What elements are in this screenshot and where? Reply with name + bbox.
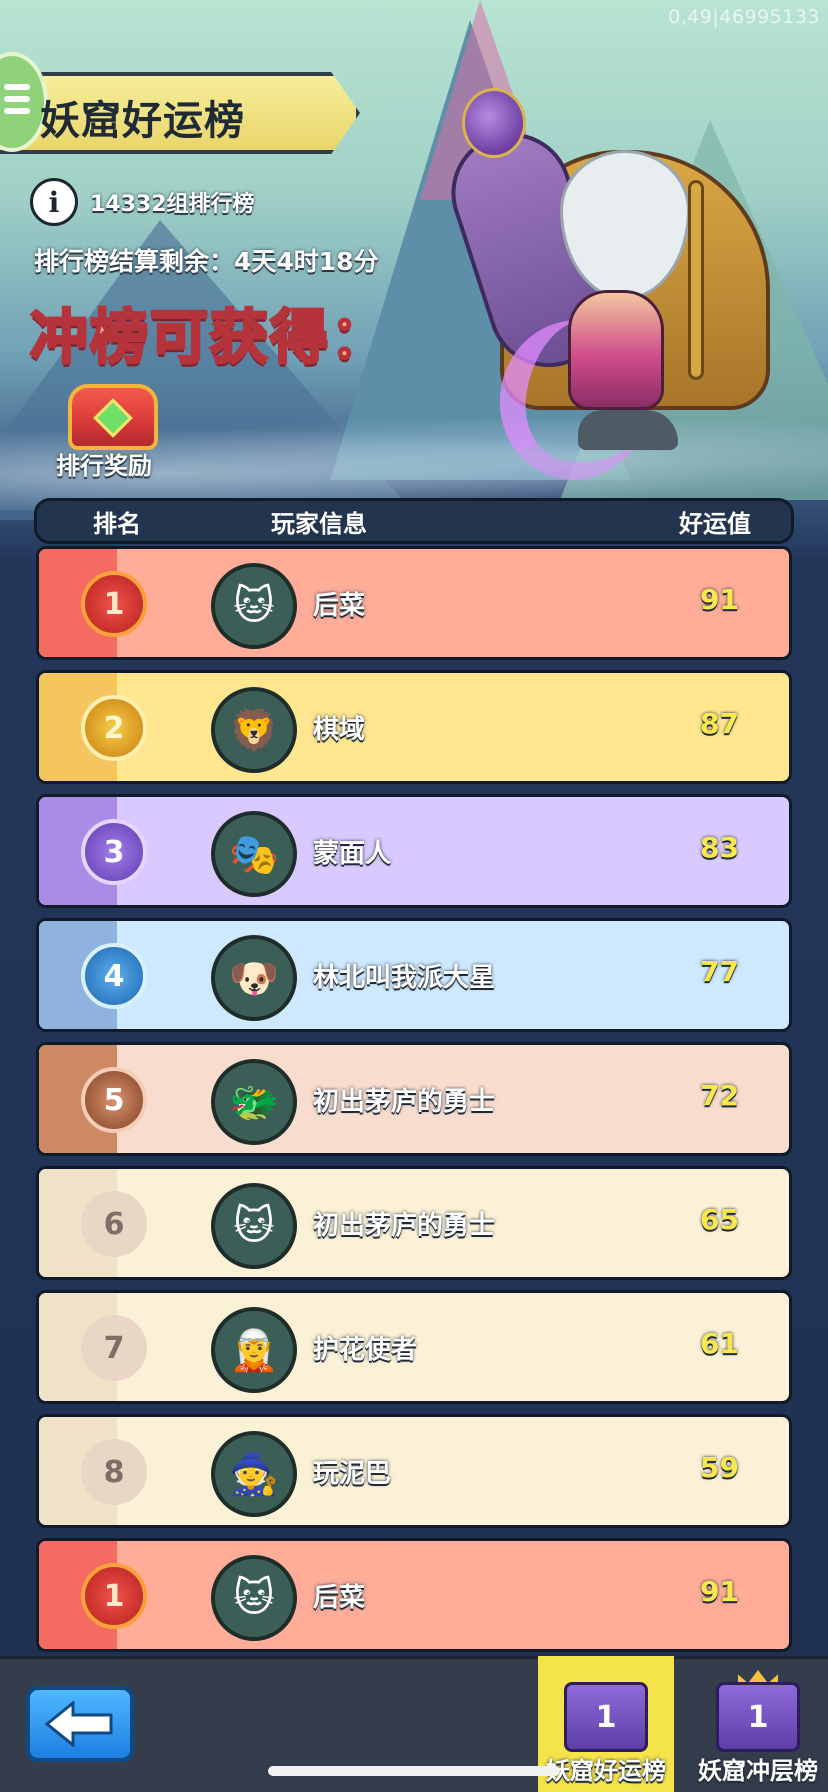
ranking-group-label: 14332组排行榜 [90,192,255,217]
podium-icon: 1 [564,1682,648,1752]
ranking-reward-label: 排行奖励 [56,452,152,480]
rank-badge: 2 [81,695,147,761]
luck-score: 91 [700,583,739,616]
table-row[interactable]: 2 🦁 棋域 87 [36,670,792,784]
player-avatar[interactable]: 🎭 [211,811,297,897]
back-button[interactable] [26,1686,134,1762]
player-name: 玩泥巴 [313,1459,392,1489]
column-header-player: 玩家信息 [271,509,367,538]
table-row[interactable]: 8 🧙 玩泥巴 59 [36,1414,792,1528]
arrow-left-icon [45,1701,113,1747]
ranking-group-info: i 14332组排行榜 [30,178,255,226]
luck-score: 72 [700,1079,739,1112]
luck-score: 61 [700,1327,739,1360]
player-name: 初出茅庐的勇士 [313,1087,496,1117]
luck-score: 83 [700,831,739,864]
player-name: 蒙面人 [313,839,392,869]
rank-badge: 1 [81,571,147,637]
player-name: 林北叫我派大星 [313,963,496,993]
luck-score: 87 [700,707,739,740]
rank-badge: 8 [81,1439,147,1505]
settlement-countdown: 排行榜结算剩余：4天4时18分 [34,247,379,276]
leaderboard-list[interactable]: 1 🐱 后菜 91 2 🦁 棋域 87 3 🎭 蒙面人 83 4 🐶 林北叫我派大星 77 5 🐲 初出茅庐的勇士 7… [36,546,792,1662]
player-name: 初出茅庐的勇士 [313,1211,496,1241]
staff-icon [688,180,704,380]
tab-floor-ranking[interactable]: 1 妖窟冲层榜 [690,1656,826,1792]
table-row[interactable]: 4 🐶 林北叫我派大星 77 [36,918,792,1032]
rank-badge: 1 [81,1563,147,1629]
player-avatar[interactable]: 🐶 [211,935,297,1021]
child-warrior-illustration [568,290,664,410]
player-avatar[interactable]: 🧝 [211,1307,297,1393]
debug-coordinate-readout: 0,49|46995133 [668,6,820,28]
player-avatar[interactable]: 🦁 [211,687,297,773]
table-row[interactable]: 5 🐲 初出茅庐的勇士 72 [36,1042,792,1156]
rank-badge: 5 [81,1067,147,1133]
player-avatar[interactable]: 🐱 [211,1183,297,1269]
table-row[interactable]: 1 🐱 后菜 91 [36,1538,792,1652]
luck-score: 91 [700,1575,739,1608]
column-header-luck: 好运值 [679,509,751,538]
rank-badge: 7 [81,1315,147,1381]
player-avatar[interactable]: 🐲 [211,1059,297,1145]
table-row[interactable]: 7 🧝 护花使者 61 [36,1290,792,1404]
luck-score: 59 [700,1451,739,1484]
home-indicator[interactable] [268,1766,560,1776]
luck-score: 65 [700,1203,739,1236]
table-row[interactable]: 3 🎭 蒙面人 83 [36,794,792,908]
reward-heading: 冲榜可获得： [28,302,391,373]
player-avatar[interactable]: 🧙 [211,1431,297,1517]
player-avatar[interactable]: 🐱 [211,1555,297,1641]
rank-badge: 4 [81,943,147,1009]
rank-badge: 3 [81,819,147,885]
column-header-rank: 排名 [93,509,141,538]
tab-label: 妖窟冲层榜 [698,1757,818,1785]
gourd-icon [462,88,526,158]
rock-illustration [578,410,678,450]
leaderboard-header: 排名 玩家信息 好运值 [34,498,794,544]
page-title: 妖窟好运榜 [40,98,245,144]
player-name: 后菜 [313,591,366,621]
player-name: 护花使者 [313,1335,418,1365]
luck-score: 77 [700,955,739,988]
podium-icon: 1 [716,1682,800,1752]
player-name: 后菜 [313,1583,366,1613]
player-name: 棋域 [313,715,366,745]
menu-icon[interactable] [4,84,30,120]
table-row[interactable]: 6 🐱 初出茅庐的勇士 65 [36,1166,792,1280]
info-icon[interactable]: i [30,178,78,226]
rank-badge: 6 [81,1191,147,1257]
player-avatar[interactable]: 🐱 [211,563,297,649]
table-row[interactable]: 1 🐱 后菜 91 [36,546,792,660]
